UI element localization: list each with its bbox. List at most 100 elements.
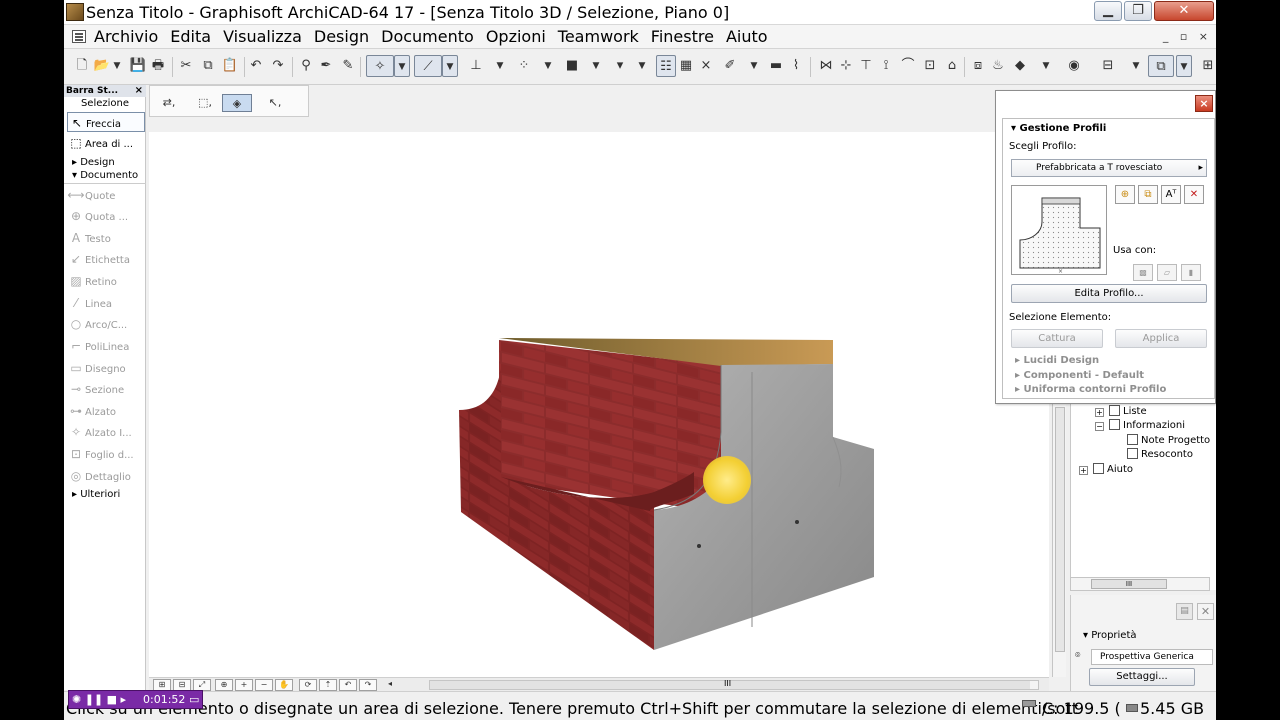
save-icon[interactable]: 💾 bbox=[128, 55, 148, 77]
copy-icon[interactable]: ⧉ bbox=[198, 55, 218, 77]
paste-icon[interactable]: 📋 bbox=[220, 55, 240, 77]
recorder-close-icon[interactable]: ▭ bbox=[189, 693, 199, 706]
navigator-horizontal-scrollbar[interactable]: III bbox=[1070, 577, 1210, 591]
delete-view-icon[interactable]: ✕ bbox=[1197, 603, 1214, 620]
zoom-minus-icon[interactable]: − bbox=[255, 679, 273, 691]
expander-components[interactable]: ▸ Componenti - Default bbox=[1015, 370, 1144, 381]
mdi-window-controls[interactable]: _ ▫ × bbox=[1163, 30, 1212, 43]
column-icon[interactable]: ⌇ bbox=[786, 55, 806, 77]
tool-line[interactable]: ⁄ Linea bbox=[67, 293, 145, 313]
object-icon[interactable]: ⌂ bbox=[942, 55, 962, 77]
trace-reference-icon[interactable]: ⟋ bbox=[414, 55, 442, 77]
tool-polyline[interactable]: ⌐ PoliLinea bbox=[67, 336, 145, 356]
tool-detail[interactable]: ◎ Dettaglio bbox=[67, 466, 145, 486]
document-menu-icon[interactable] bbox=[72, 30, 86, 43]
view-name-field[interactable]: Prospettiva Generica bbox=[1091, 649, 1213, 665]
previous-zoom-icon[interactable]: ↶ bbox=[339, 679, 357, 691]
use-with-wall-icon[interactable]: ▩ bbox=[1133, 264, 1153, 281]
align-icon[interactable]: ⊥ bbox=[466, 55, 486, 77]
menu-opzioni[interactable]: Opzioni bbox=[486, 27, 546, 46]
tree-expand-aiuto[interactable]: + bbox=[1079, 466, 1088, 475]
use-with-beam-icon[interactable]: ▱ bbox=[1157, 264, 1177, 281]
menu-aiuto[interactable]: Aiuto bbox=[726, 27, 768, 46]
properties-title[interactable]: ▾ Proprietà bbox=[1083, 630, 1137, 641]
quick-selection-icon[interactable]: ◈ bbox=[222, 94, 252, 112]
nav-item-note-progetto[interactable]: Note Progetto bbox=[1127, 434, 1210, 446]
undo-icon[interactable]: ↶ bbox=[246, 55, 266, 77]
tool-text[interactable]: A Testo bbox=[67, 228, 145, 248]
3d-window-icon[interactable]: ⧉ bbox=[1148, 55, 1174, 77]
marquee-method-icon[interactable]: ⬚, bbox=[190, 94, 220, 112]
surface-dropdown-icon[interactable]: ▼ bbox=[1040, 55, 1052, 77]
eyedropper-icon[interactable]: ✒ bbox=[316, 55, 336, 77]
tool-fill[interactable]: ▨ Retino bbox=[67, 271, 145, 291]
tool-label[interactable]: ↙ Etichetta bbox=[67, 249, 145, 269]
trace-dropdown-icon[interactable]: ▼ bbox=[442, 55, 458, 77]
view-dropdown-icon[interactable]: ▼ bbox=[1130, 55, 1142, 77]
navigation-target-icon[interactable]: ◉ bbox=[1064, 55, 1084, 77]
zoom-plus-icon[interactable]: + bbox=[235, 679, 253, 691]
zoom-window-icon[interactable]: ⊕ bbox=[215, 679, 233, 691]
viewport-horizontal-scrollbar[interactable]: III bbox=[429, 679, 1039, 690]
tool-arc-circle[interactable]: ○ Arco/C... bbox=[67, 314, 145, 334]
use-with-column-icon[interactable]: ▮ bbox=[1181, 264, 1201, 281]
tool-drawing[interactable]: ▭ Disegno bbox=[67, 358, 145, 378]
render-icon[interactable]: ♨ bbox=[988, 55, 1008, 77]
capture-button[interactable]: Cattura bbox=[1011, 329, 1103, 348]
profile-selector[interactable]: Prefabbricata a T rovesciato bbox=[1011, 159, 1207, 177]
minimize-button[interactable]: ▁ bbox=[1094, 1, 1122, 21]
screen-recorder-widget[interactable]: ✺ ❚❚ ■ ▸ 0:01:52 ▭ bbox=[68, 690, 203, 709]
walk-icon[interactable]: ⇡ bbox=[319, 679, 337, 691]
nav-item-aiuto[interactable]: Aiuto bbox=[1093, 463, 1133, 475]
profile-section-header[interactable]: ▾ Gestione Profili bbox=[1011, 123, 1106, 134]
navigator-scroll-thumb[interactable]: III bbox=[1091, 579, 1167, 589]
cut-icon[interactable]: ✂ bbox=[176, 55, 196, 77]
menu-edita[interactable]: Edita bbox=[170, 27, 211, 46]
text-icon[interactable]: ⊡ bbox=[920, 55, 940, 77]
view-settings-icon[interactable]: ▤ bbox=[1176, 603, 1193, 620]
tool-dimension[interactable]: ⟷Quote bbox=[67, 185, 145, 205]
open-folder-icon[interactable]: 📂 bbox=[92, 55, 112, 77]
tool-level-dimension[interactable]: ⊕ Quota ... bbox=[67, 206, 145, 226]
find-select-icon[interactable]: ⚲ bbox=[296, 55, 316, 77]
menu-design[interactable]: Design bbox=[314, 27, 369, 46]
menu-documento[interactable]: Documento bbox=[381, 27, 474, 46]
expander-design-layers[interactable]: ▸ Lucidi Design bbox=[1015, 355, 1099, 366]
scroll-left-icon[interactable]: ◂ bbox=[381, 679, 399, 691]
pen-dropdown-icon[interactable]: ▼ bbox=[748, 55, 760, 77]
menu-teamwork[interactable]: Teamwork bbox=[558, 27, 639, 46]
align-dropdown-icon[interactable]: ▼ bbox=[494, 55, 506, 77]
profile-close-button[interactable]: × bbox=[1195, 95, 1213, 112]
elevation-icon[interactable]: ⊤ bbox=[856, 55, 876, 77]
group-icon[interactable]: ■ bbox=[562, 55, 582, 77]
radial-dimension-icon[interactable]: ⟟ bbox=[876, 55, 896, 77]
distribute-dropdown-icon[interactable]: ▼ bbox=[542, 55, 554, 77]
menu-visualizza[interactable]: Visualizza bbox=[223, 27, 302, 46]
rename-profile-icon[interactable]: Aᵀ bbox=[1161, 185, 1181, 204]
3d-cube-icon[interactable]: ⧈ bbox=[968, 55, 988, 77]
cross-icon[interactable]: × bbox=[696, 55, 716, 77]
toolbox-close-icon[interactable]: × bbox=[135, 85, 143, 97]
magic-wand-dropdown-icon[interactable]: ▼ bbox=[394, 55, 410, 77]
expander-profile-contours[interactable]: ▸ Uniforma contorni Profilo bbox=[1015, 384, 1166, 395]
level-dimension-icon[interactable]: ⊹ bbox=[836, 55, 856, 77]
apply-button[interactable]: Applica bbox=[1115, 329, 1207, 348]
layer-icon[interactable]: ▦ bbox=[676, 55, 696, 77]
tool-worksheet[interactable]: ⊡ Foglio d... bbox=[67, 444, 145, 464]
display-order-icon[interactable]: ▾ bbox=[610, 55, 630, 77]
delete-profile-icon[interactable]: ✕ bbox=[1184, 185, 1204, 204]
nav-item-liste[interactable]: Liste bbox=[1109, 405, 1147, 417]
next-zoom-icon[interactable]: ↷ bbox=[359, 679, 377, 691]
pan-icon[interactable]: ✋ bbox=[275, 679, 293, 691]
menu-finestre[interactable]: Finestre bbox=[651, 27, 714, 46]
distribute-icon[interactable]: ⁘ bbox=[514, 55, 534, 77]
selection-method-icon[interactable]: ⇄, bbox=[154, 94, 184, 112]
group-dropdown-icon[interactable]: ▼ bbox=[590, 55, 602, 77]
dimension-icon[interactable]: ⋈ bbox=[816, 55, 836, 77]
view-icon[interactable]: ⊟ bbox=[1098, 55, 1118, 77]
toolbox-group-more[interactable]: ▸ Ulteriori bbox=[72, 489, 120, 500]
tree-collapse-informazioni[interactable]: − bbox=[1095, 422, 1104, 431]
tool-section[interactable]: ⊸ Sezione bbox=[67, 379, 145, 399]
vertical-scroll-thumb[interactable] bbox=[1055, 407, 1065, 652]
restore-button[interactable]: ❐ bbox=[1124, 1, 1152, 21]
